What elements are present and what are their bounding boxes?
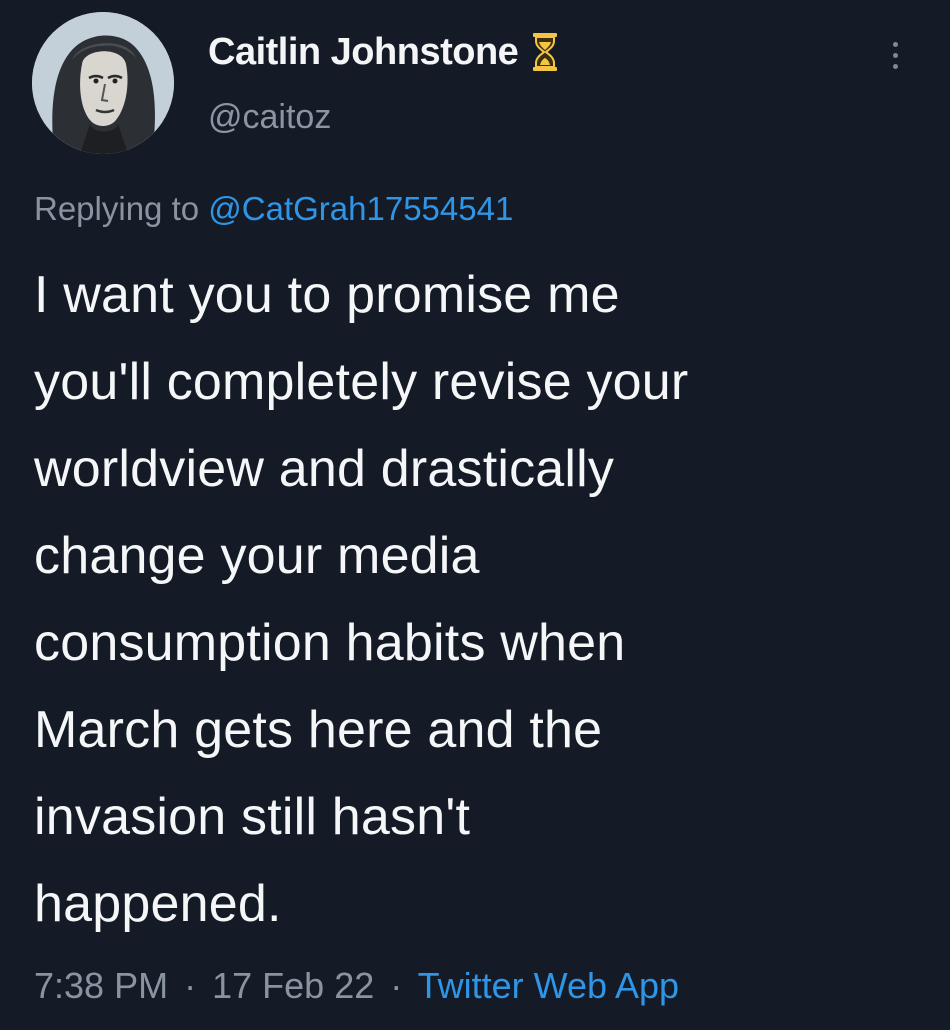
hourglass-icon — [532, 32, 558, 72]
author-name-row: Caitlin Johnstone — [208, 28, 558, 76]
dot — [892, 63, 898, 69]
tweet-line: change your media — [34, 527, 480, 585]
tweet-date[interactable]: 17 Feb 22 — [212, 965, 374, 1006]
reply-mention-link[interactable]: @CatGrah17554541 — [208, 190, 513, 227]
profile-portrait-icon — [32, 12, 174, 154]
meta-separator: · — [390, 965, 403, 1006]
tweet-line: consumption habits when — [34, 614, 626, 672]
tweet-text: I want you to promise me you'll complete… — [34, 252, 924, 948]
dot — [892, 41, 898, 47]
tweet-line: March gets here and the — [34, 701, 603, 759]
tweet-line: you'll completely revise your — [34, 353, 689, 411]
tweet-line: I want you to promise me — [34, 266, 620, 324]
tweet-card: Caitlin Johnstone @caitoz Replying to @C… — [0, 0, 950, 1030]
dot — [892, 52, 898, 58]
display-name[interactable]: Caitlin Johnstone — [208, 31, 519, 74]
tweet-source-link[interactable]: Twitter Web App — [418, 965, 679, 1006]
tweet-line: invasion still hasn't — [34, 788, 471, 846]
replying-to-label: Replying to — [34, 190, 200, 227]
tweet-line: happened. — [34, 875, 282, 933]
tweet-line: worldview and drastically — [34, 440, 615, 498]
replying-to: Replying to @CatGrah17554541 — [34, 190, 513, 228]
meta-separator: · — [184, 965, 197, 1006]
tweet-time[interactable]: 7:38 PM — [34, 965, 168, 1006]
avatar[interactable] — [32, 12, 174, 154]
author-handle[interactable]: @caitoz — [208, 98, 331, 137]
tweet-meta: 7:38 PM · 17 Feb 22 · Twitter Web App — [34, 965, 679, 1007]
more-vertical-icon[interactable] — [880, 30, 910, 80]
